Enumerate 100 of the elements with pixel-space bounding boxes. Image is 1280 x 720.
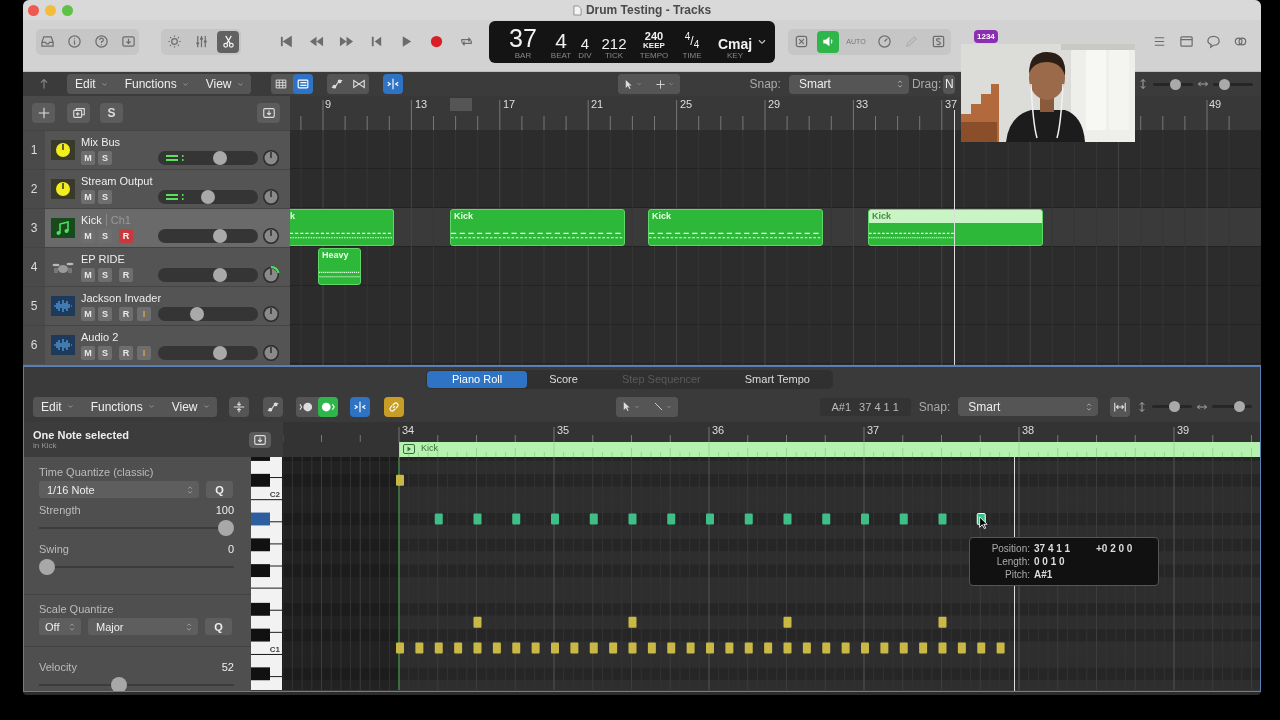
lcd-value: 4 (555, 29, 567, 51)
snap-dropdown[interactable]: Smart (788, 74, 909, 94)
lcd-display[interactable]: 37 BAR 4 BEAT 4 DIV 212 TICK 240 KEEP TEMPO $^{4}$/$_{4}$ TIME Cmaj KEY (489, 20, 775, 63)
slider-label: Strength (39, 504, 81, 516)
quantize-dropdown[interactable]: 1/16 Note (39, 481, 199, 498)
mute-button[interactable]: M (81, 346, 95, 360)
slider-value: 0 (227, 543, 234, 555)
record-button[interactable]: R (119, 307, 133, 321)
midi-region[interactable]: Kick (868, 209, 1043, 246)
mute-button[interactable]: M (81, 229, 95, 243)
lcd-sub-label: KEEP (643, 41, 665, 51)
key-label: C2 (269, 489, 280, 499)
section-title: Time Quantize (classic) (39, 466, 155, 478)
track-number: 6 (23, 326, 45, 364)
region-name: Kick (421, 443, 438, 453)
solo-button[interactable]: S (98, 190, 112, 204)
mute-button[interactable]: M (81, 268, 95, 282)
bar-number: 49 (1209, 98, 1222, 110)
bar-number: 37 (945, 98, 958, 110)
record-button[interactable]: R (119, 346, 133, 360)
track-number: 1 (23, 131, 45, 169)
section-title: Scale Quantize (39, 603, 115, 615)
slider-value: 52 (221, 661, 234, 673)
snap-dropdown[interactable]: Smart (958, 397, 1099, 416)
solo-button[interactable]: S (98, 151, 112, 165)
slider-label: Swing (39, 543, 69, 555)
lcd-label: TEMPO (639, 51, 669, 60)
scale-mode-dropdown[interactable]: Off (39, 618, 81, 635)
lcd-value: $^{4}$/$_{4}$ (684, 32, 700, 51)
scale-dropdown[interactable]: Major (88, 618, 198, 635)
slider-label: Velocity (39, 661, 77, 673)
bar-number: 9 (325, 98, 332, 110)
drag-dropdown[interactable]: N (943, 74, 956, 94)
pitch-value: A#1 (831, 400, 852, 413)
solo-button[interactable]: S (98, 346, 112, 360)
track-name: EP RIDE (81, 252, 125, 265)
region-name: Kick (651, 210, 672, 223)
solo-button[interactable]: S (98, 268, 112, 282)
lcd-label: TICK (604, 51, 624, 60)
lcd-label: DIV (578, 51, 592, 60)
record-button[interactable]: R (119, 229, 133, 243)
tooltip-value: 0 0 1 0 (1034, 555, 1066, 568)
lcd-value: 212 (601, 35, 627, 51)
tooltip-offset: +0 2 0 0 (1096, 542, 1133, 555)
lcd-value: 240 (644, 30, 664, 42)
solo-button[interactable]: S (98, 307, 112, 321)
track-number: 2 (23, 170, 45, 208)
track-header[interactable]: 6 Audio 2 M S R I (23, 325, 290, 364)
bar-number: 38 (1022, 424, 1035, 436)
mute-button[interactable]: M (81, 307, 95, 321)
record-button[interactable]: R (119, 268, 133, 282)
bar-number: 33 (856, 98, 869, 110)
tooltip-value: A#1 (1034, 568, 1054, 581)
track-header[interactable]: 4 EP RIDE M S R (23, 247, 290, 286)
lcd-label: TIME (682, 51, 702, 60)
tooltip-label: Length: (995, 555, 1030, 568)
editor-tab[interactable]: Smart Tempo (722, 370, 832, 388)
track-header[interactable]: 1 Mix Bus M S (23, 130, 290, 169)
bar-number: 34 (402, 424, 415, 436)
window-title: Drum Testing - Tracks (585, 3, 712, 17)
region-name: Heavy (321, 249, 350, 262)
bar-number: 36 (712, 424, 725, 436)
bar-number: 21 (591, 98, 604, 110)
bar-number: 17 (503, 98, 516, 110)
lcd-label: BAR (514, 51, 532, 60)
drag-label: Drag: (911, 77, 942, 91)
region-name: Kick (869, 210, 1042, 223)
quantize-button[interactable]: Q (205, 618, 232, 635)
position-value: 37 4 1 1 (859, 400, 899, 413)
lcd-value: 4 (580, 35, 590, 51)
region-name: Kick (453, 210, 474, 223)
track-number: 4 (23, 248, 45, 286)
region-name: k (290, 210, 296, 223)
tooltip-value: 37 4 1 1 (1034, 542, 1072, 555)
solo-button[interactable]: S (100, 103, 123, 123)
key-label: C1 (269, 644, 280, 654)
track-header[interactable]: 2 Stream Output M S (23, 169, 290, 208)
editor-tab[interactable]: Score (527, 370, 600, 388)
tooltip-label: Pitch: (1004, 568, 1030, 581)
snap-label: Snap: (749, 77, 781, 91)
bar-number: 39 (1177, 424, 1190, 436)
bar-number: 25 (680, 98, 693, 110)
mute-button[interactable]: M (81, 151, 95, 165)
solo-button[interactable]: S (98, 229, 112, 243)
track-name: Audio 2 (81, 330, 119, 343)
editor-tab[interactable]: Piano Roll (427, 370, 528, 388)
selection-subtitle: in Kick (33, 441, 58, 450)
mute-button[interactable]: M (81, 190, 95, 204)
lcd-value: Cmaj (717, 36, 753, 51)
lcd-label: BEAT (550, 51, 572, 60)
count-in-button[interactable]: 1234 (974, 30, 998, 43)
snap-label: Snap: (918, 399, 951, 414)
piano-keyboard[interactable]: C2 C1 (251, 457, 283, 690)
track-name: Jackson Invader (81, 291, 162, 304)
bar-number: 13 (415, 98, 428, 110)
track-number: 3 (23, 209, 45, 247)
region-bar[interactable]: Kick (399, 442, 1260, 457)
track-header[interactable]: 5 Jackson Invader M S R I (23, 286, 290, 325)
bar-number: 37 (867, 424, 880, 436)
quantize-button[interactable]: Q (206, 481, 233, 498)
